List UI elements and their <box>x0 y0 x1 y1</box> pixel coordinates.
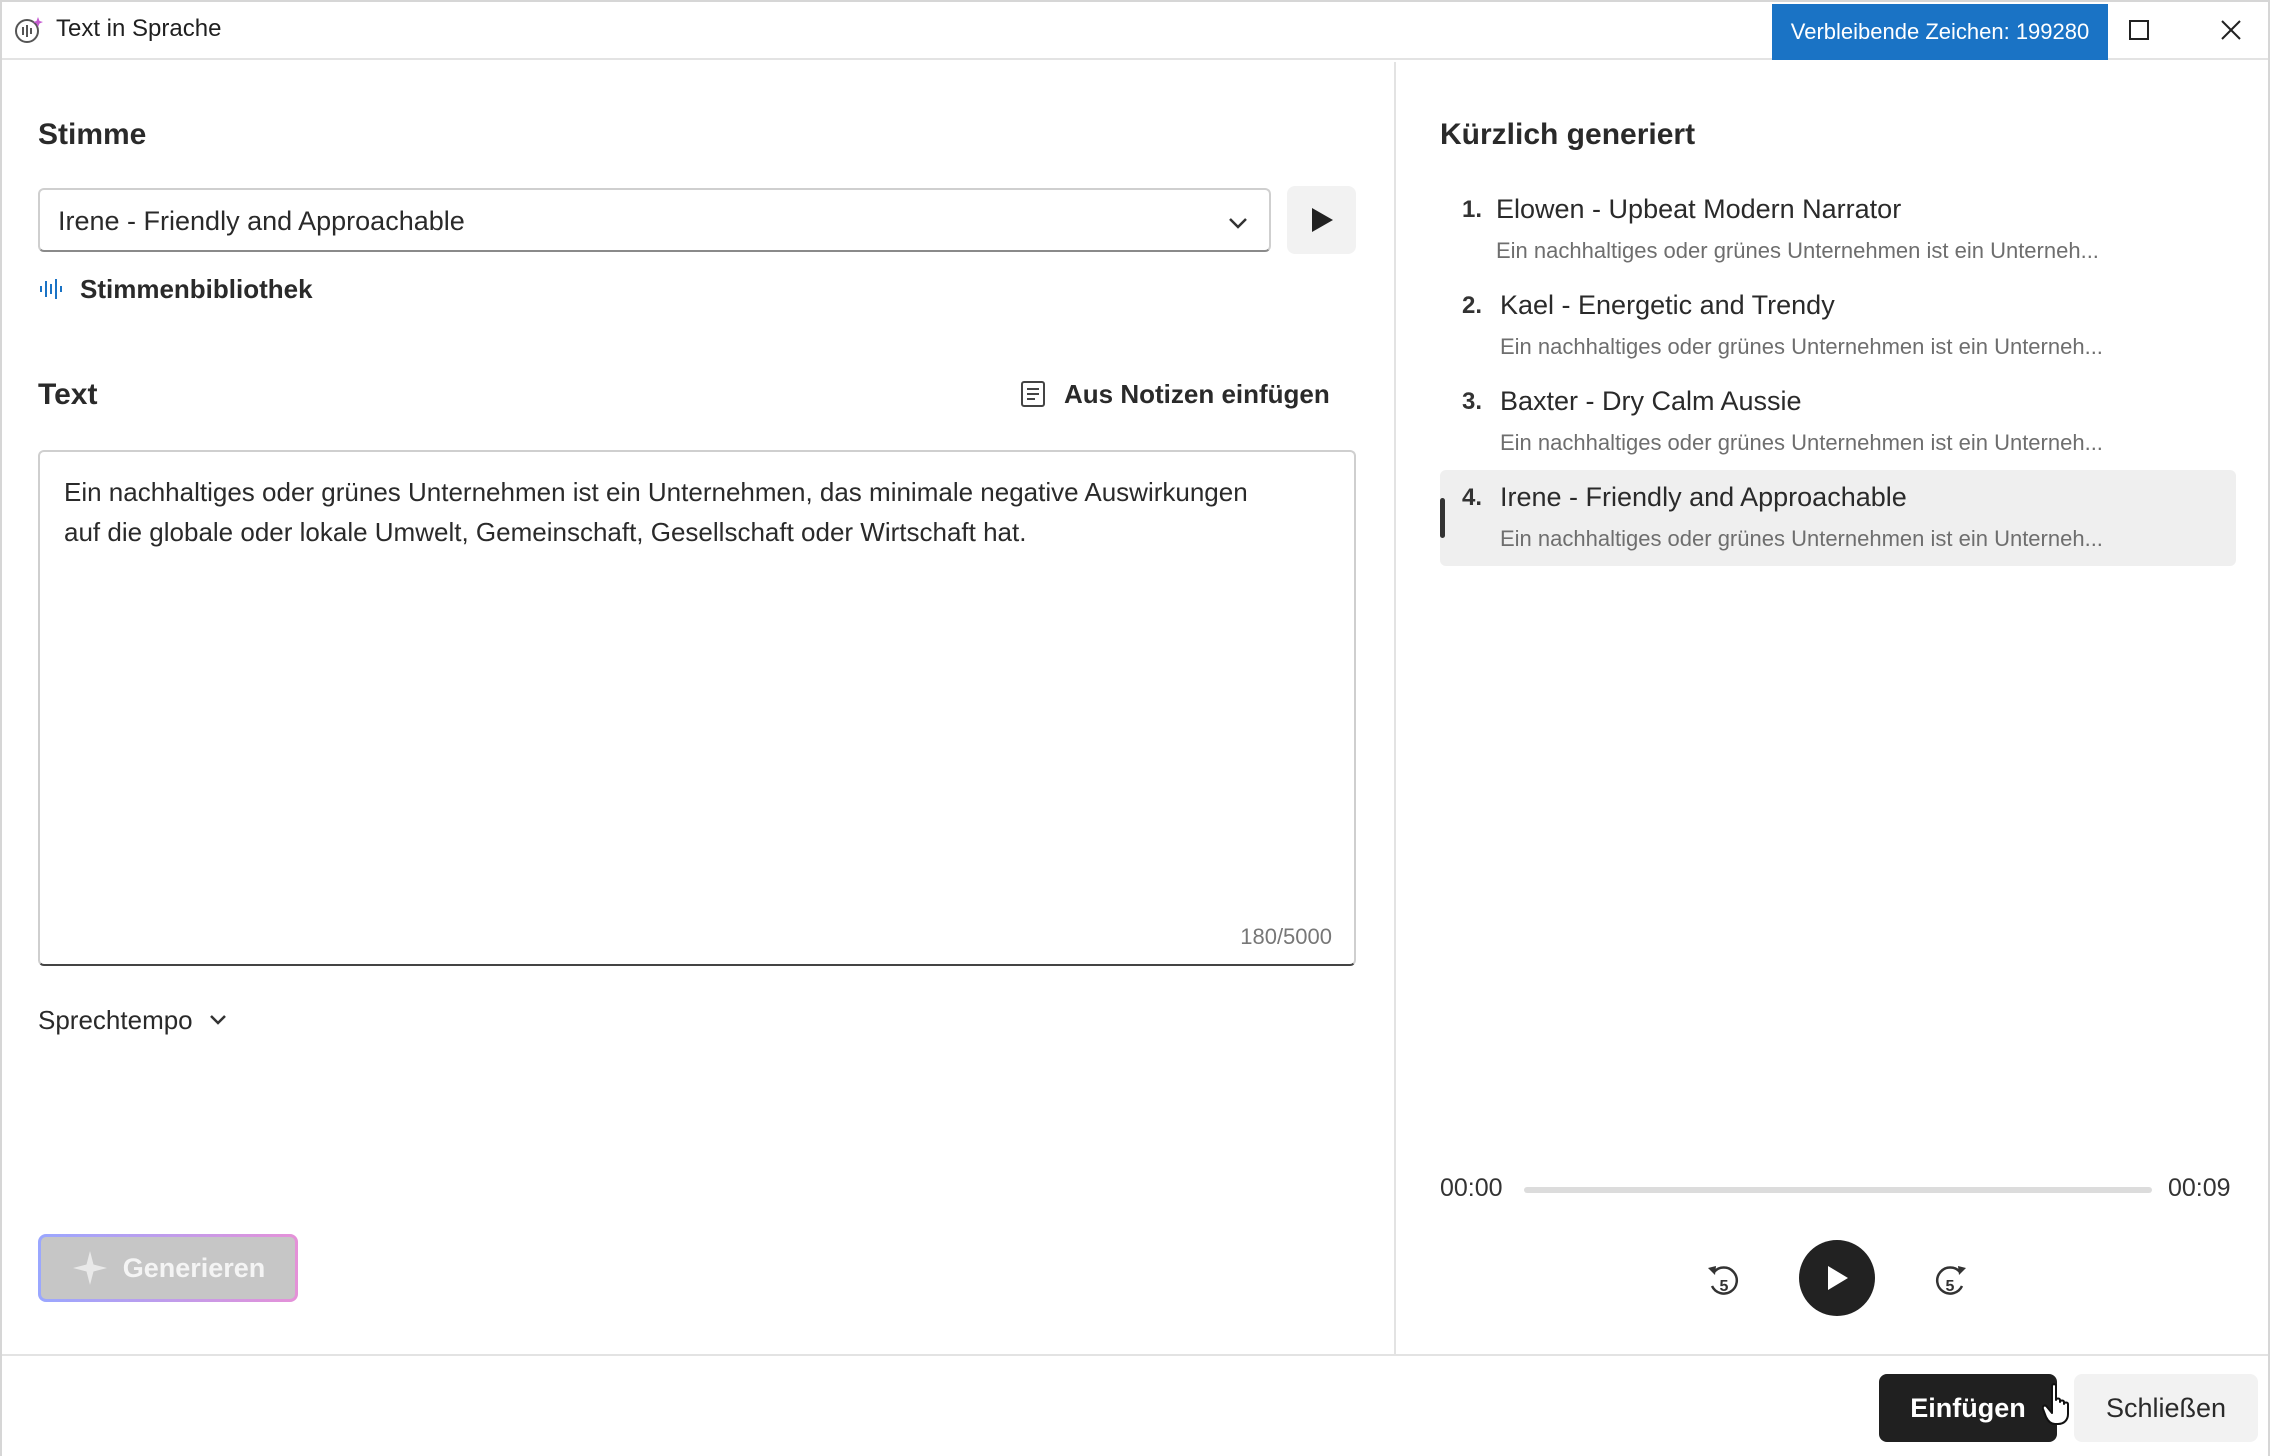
recent-item-number: 2. <box>1462 292 1483 319</box>
recent-list: 1. Elowen - Upbeat Modern Narrator Ein n… <box>1440 182 2236 566</box>
recent-item-selected[interactable]: 4. Irene - Friendly and Approachable Ein… <box>1440 470 2236 566</box>
recent-panel: Kürzlich generiert 1. Elowen - Upbeat Mo… <box>1398 62 2270 1354</box>
play-icon <box>1828 1266 1848 1290</box>
forward-seconds-label: 5 <box>1946 1278 1955 1295</box>
forward-5-seconds-icon[interactable]: 5 <box>1928 1258 1972 1302</box>
text-to-speech-window: Text in Sprache Verbleibende Zeichen: 19… <box>0 0 2270 1456</box>
insert-button[interactable]: Einfügen <box>1879 1374 2057 1442</box>
recent-item[interactable]: 2. Kael - Energetic and Trendy Ein nachh… <box>1440 278 2236 374</box>
notes-icon <box>1021 381 1045 407</box>
rewind-seconds-label: 5 <box>1720 1278 1729 1295</box>
voice-dropdown-value: Irene - Friendly and Approachable <box>58 206 465 236</box>
speech-tempo-label: Sprechtempo <box>38 1004 193 1035</box>
playback-total-time: 00:09 <box>2168 1174 2231 1202</box>
voice-library-label: Stimmenbibliothek <box>80 273 313 304</box>
recent-item-number: 4. <box>1462 484 1483 511</box>
close-button[interactable]: Schließen <box>2074 1374 2258 1442</box>
recent-item[interactable]: 3. Baxter - Dry Calm Aussie Ein nachhalt… <box>1440 374 2236 470</box>
main-play-button[interactable] <box>1799 1240 1875 1316</box>
settings-panel: Stimme Irene - Friendly and Approachable… <box>2 62 1396 1354</box>
recent-item-number: 3. <box>1462 388 1483 415</box>
selection-indicator <box>1440 498 1445 538</box>
recent-item-voice: Kael - Energetic and Trendy <box>1500 290 1835 320</box>
character-count: 180/5000 <box>1240 924 1332 949</box>
generate-label: Generieren <box>122 1252 266 1283</box>
recent-item-text: Ein nachhaltiges oder grünes Unternehmen… <box>1496 238 2099 263</box>
insert-from-notes-button[interactable]: Aus Notizen einfügen <box>1020 376 1330 412</box>
sound-wave-icon <box>40 279 62 299</box>
recent-item[interactable]: 1. Elowen - Upbeat Modern Narrator Ein n… <box>1440 182 2236 278</box>
window-title: Text in Sprache <box>56 15 222 42</box>
speech-tempo-toggle[interactable]: Sprechtempo <box>38 1002 229 1038</box>
voice-dropdown[interactable]: Irene - Friendly and Approachable <box>38 188 1271 252</box>
close-icon <box>2221 20 2241 40</box>
play-icon <box>1311 208 1333 232</box>
remaining-characters-badge: Verbleibende Zeichen: 199280 <box>1772 4 2108 60</box>
dialog-footer: Einfügen Schließen <box>2 1354 2268 1456</box>
rewind-5-seconds-icon[interactable]: 5 <box>1702 1258 1746 1302</box>
insert-from-notes-label: Aus Notizen einfügen <box>1064 378 1330 409</box>
chevron-down-icon <box>1229 218 1247 229</box>
text-section-title: Text <box>38 378 98 411</box>
recent-item-voice: Elowen - Upbeat Modern Narrator <box>1496 194 1902 224</box>
recent-item-text: Ein nachhaltiges oder grünes Unternehmen… <box>1500 526 2103 551</box>
speech-text-input[interactable]: Ein nachhaltiges oder grünes Unternehmen… <box>38 450 1356 966</box>
maximize-button[interactable] <box>2094 4 2184 56</box>
recent-section-title: Kürzlich generiert <box>1440 118 1696 151</box>
playback-current-time: 00:00 <box>1440 1174 1503 1202</box>
hand-cursor-icon <box>2042 1383 2069 1425</box>
playback-progress-slider[interactable] <box>1524 1187 2152 1193</box>
text-to-speech-app-icon <box>15 17 43 43</box>
sparkle-icon <box>72 1251 107 1285</box>
recent-item-text: Ein nachhaltiges oder grünes Unternehmen… <box>1500 430 2103 455</box>
recent-item-text: Ein nachhaltiges oder grünes Unternehmen… <box>1500 334 2103 359</box>
speech-text-content: Ein nachhaltiges oder grünes Unternehmen… <box>64 477 1248 547</box>
recent-item-voice: Baxter - Dry Calm Aussie <box>1500 386 1802 416</box>
maximize-icon <box>2129 20 2149 40</box>
recent-item-number: 1. <box>1462 196 1483 223</box>
voice-section-title: Stimme <box>38 118 147 151</box>
recent-item-voice: Irene - Friendly and Approachable <box>1500 482 1907 512</box>
close-window-button[interactable] <box>2186 4 2270 56</box>
title-bar: Text in Sprache Verbleibende Zeichen: 19… <box>2 2 2268 60</box>
voice-preview-play-button[interactable] <box>1287 186 1356 254</box>
generate-button[interactable]: Generieren <box>38 1234 298 1302</box>
voice-library-link[interactable]: Stimmenbibliothek <box>38 272 313 306</box>
chevron-down-icon <box>209 1015 226 1025</box>
